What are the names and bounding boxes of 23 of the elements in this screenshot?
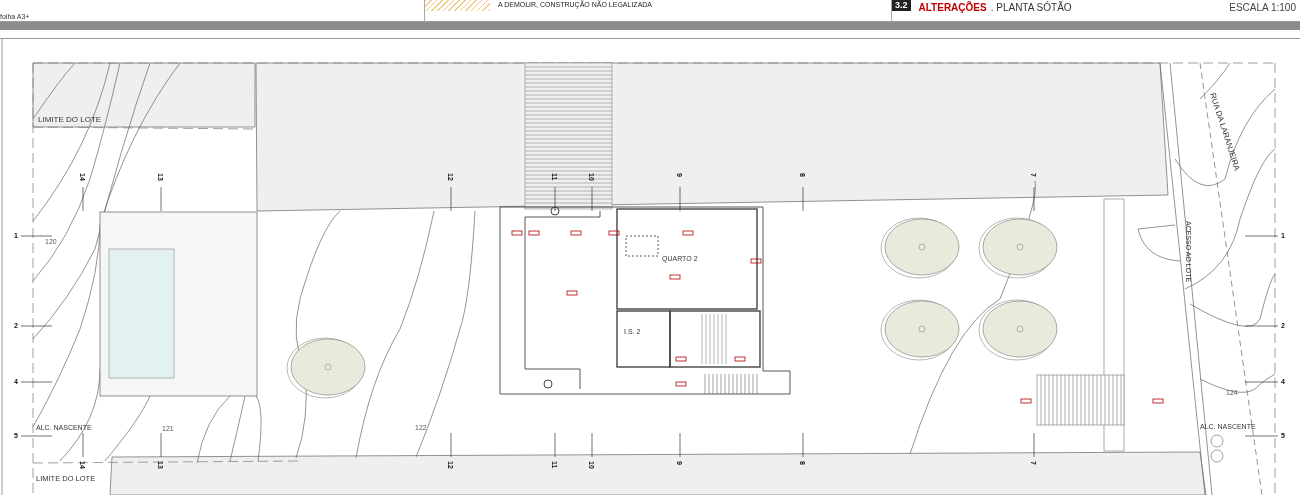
column-icon xyxy=(550,206,560,216)
sheet-number: 3.2 xyxy=(892,0,911,11)
dimension-tag xyxy=(1020,398,1032,404)
gate-drawing xyxy=(1137,224,1181,262)
bollard-drawing xyxy=(1210,434,1224,463)
dimension-tag xyxy=(608,230,620,236)
sheet-title: . PLANTA SÓTÃO xyxy=(990,0,1072,15)
dimension-tag xyxy=(675,356,687,362)
column-icon xyxy=(543,379,553,389)
dimension-tag xyxy=(675,381,687,387)
dimension-tag xyxy=(669,274,681,280)
dimension-tag xyxy=(511,230,523,236)
lot-limit-label: LIMITE DO LOTE xyxy=(38,115,102,124)
dimension-tag xyxy=(570,230,582,236)
scale-label: ESCALA 1:100 xyxy=(1229,1,1297,15)
dimension-tag xyxy=(566,290,578,296)
dimension-tag xyxy=(682,230,694,236)
dimension-tag xyxy=(528,230,540,236)
title-highlight: ALTERAÇÕES xyxy=(918,0,987,15)
hatch-swatch xyxy=(425,0,490,11)
dimension-tag xyxy=(734,356,746,362)
dimension-tag xyxy=(1152,398,1164,404)
dimension-tag xyxy=(750,258,762,264)
